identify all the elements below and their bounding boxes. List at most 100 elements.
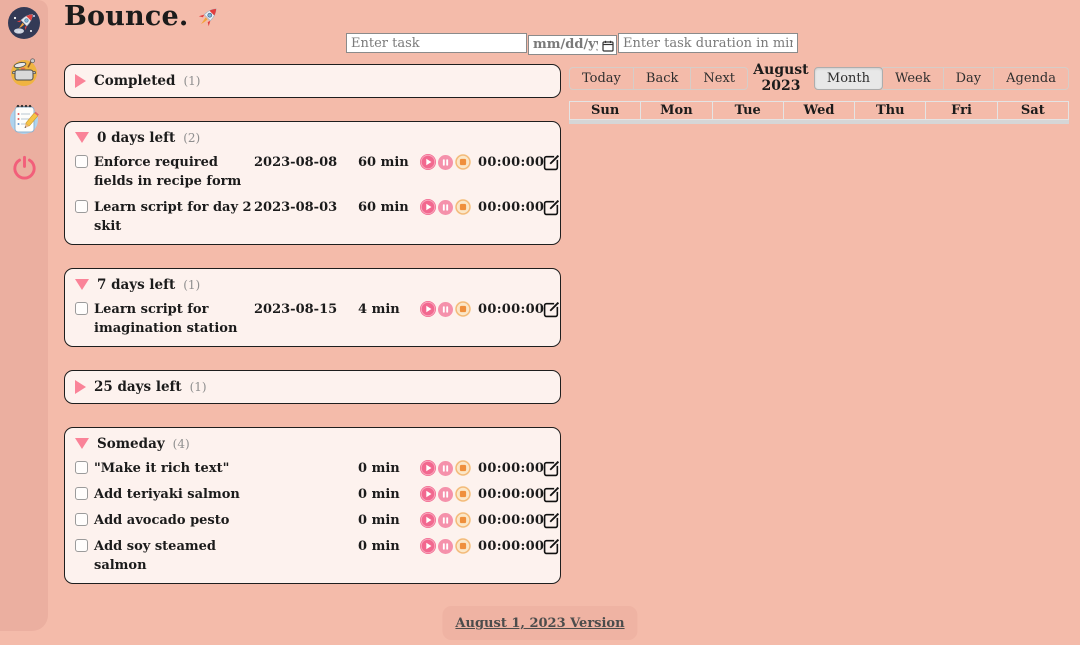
collapse-triangle-icon[interactable] xyxy=(75,74,86,88)
day-header-sat: Sat xyxy=(997,102,1068,119)
group-toggle[interactable]: Completed (1) xyxy=(75,72,550,89)
task-row: Enforce required fields in recipe form 2… xyxy=(75,153,550,191)
stop-button[interactable] xyxy=(455,154,471,170)
task-checkbox[interactable] xyxy=(75,200,88,213)
collapse-triangle-icon[interactable] xyxy=(75,380,86,394)
pause-button[interactable] xyxy=(438,487,453,502)
stop-button[interactable] xyxy=(455,199,471,215)
task-group-0-days: 0 days left (2) Enforce required fields … xyxy=(64,121,561,245)
play-button[interactable] xyxy=(420,512,436,528)
edit-task-button[interactable] xyxy=(543,512,560,529)
notepad-icon[interactable] xyxy=(6,101,42,137)
task-row: Add soy steamed salmon 0 min 00:00:00 xyxy=(75,537,550,575)
task-checkbox[interactable] xyxy=(75,302,88,315)
group-count: (1) xyxy=(190,380,207,394)
task-row: Learn script for day 2 skit 2023-08-03 6… xyxy=(75,198,550,236)
play-button[interactable] xyxy=(420,199,436,215)
edit-task-button[interactable] xyxy=(543,154,560,171)
pause-button[interactable] xyxy=(438,155,453,170)
calendar-nav-group: Today Back Next xyxy=(569,67,748,90)
task-checkbox[interactable] xyxy=(75,539,88,552)
collapse-triangle-icon[interactable] xyxy=(75,438,89,449)
task-row: Add teriyaki salmon 0 min 00:00:00 xyxy=(75,485,550,504)
power-icon[interactable] xyxy=(6,149,42,185)
play-button[interactable] xyxy=(420,486,436,502)
stop-button[interactable] xyxy=(455,301,471,317)
edit-task-button[interactable] xyxy=(543,199,560,216)
pause-button[interactable] xyxy=(438,513,453,528)
edit-task-button[interactable] xyxy=(543,460,560,477)
timer-display: 00:00:00 xyxy=(478,485,538,504)
timer-display: 00:00:00 xyxy=(478,537,538,556)
task-duration: 60 min xyxy=(358,198,418,217)
calendar-today-button[interactable]: Today xyxy=(569,67,634,90)
collapse-triangle-icon[interactable] xyxy=(75,132,89,143)
calendar-view-day[interactable]: Day xyxy=(943,67,995,90)
calendar-next-button[interactable]: Next xyxy=(690,67,748,90)
task-row: Learn script for imagination station 202… xyxy=(75,300,550,338)
pause-button[interactable] xyxy=(438,461,453,476)
group-toggle[interactable]: 7 days left (1) xyxy=(75,276,550,293)
group-name: 0 days left xyxy=(97,130,175,146)
task-checkbox[interactable] xyxy=(75,513,88,526)
task-checkbox[interactable] xyxy=(75,461,88,474)
edit-task-button[interactable] xyxy=(543,538,560,555)
task-group-completed: Completed (1) xyxy=(64,64,561,98)
group-toggle[interactable]: Someday (4) xyxy=(75,435,550,452)
task-checkbox[interactable] xyxy=(75,155,88,168)
rocket-logo-icon[interactable] xyxy=(6,5,42,41)
calendar-view-agenda[interactable]: Agenda xyxy=(993,67,1069,90)
timer-controls xyxy=(420,459,476,476)
timer-controls xyxy=(420,153,476,170)
sidebar xyxy=(0,0,48,631)
calendar-month-label: August 2023 xyxy=(748,62,814,94)
stop-button[interactable] xyxy=(455,538,471,554)
group-toggle[interactable]: 25 days left (1) xyxy=(75,378,550,395)
group-toggle[interactable]: 0 days left (2) xyxy=(75,129,550,146)
pause-button[interactable] xyxy=(438,539,453,554)
bounce-app: Bounce. xyxy=(0,0,1080,645)
task-group-7-days: 7 days left (1) Learn script for imagina… xyxy=(64,268,561,347)
timer-controls xyxy=(420,537,476,554)
task-date-input[interactable] xyxy=(528,35,617,55)
version-label: August 1, 2023 Version xyxy=(455,616,624,631)
edit-task-button[interactable] xyxy=(543,486,560,503)
calendar-toolbar: Today Back Next August 2023 Month Week D… xyxy=(569,62,1069,94)
task-row: Add avocado pesto 0 min 00:00:00 xyxy=(75,511,550,530)
play-button[interactable] xyxy=(420,154,436,170)
stop-button[interactable] xyxy=(455,512,471,528)
timer-controls xyxy=(420,511,476,528)
collapse-triangle-icon[interactable] xyxy=(75,279,89,290)
calendar-back-button[interactable]: Back xyxy=(633,67,691,90)
group-count: (4) xyxy=(173,437,190,451)
pause-button[interactable] xyxy=(438,200,453,215)
task-date: 2023-08-15 xyxy=(254,300,356,319)
pause-button[interactable] xyxy=(438,302,453,317)
play-button[interactable] xyxy=(420,538,436,554)
timer-controls xyxy=(420,485,476,502)
day-header-tue: Tue xyxy=(712,102,783,119)
play-button[interactable] xyxy=(420,301,436,317)
task-duration-input[interactable] xyxy=(618,33,798,53)
timer-display: 00:00:00 xyxy=(478,459,538,478)
cooking-pot-icon[interactable] xyxy=(6,53,42,89)
task-name: Enforce required fields in recipe form xyxy=(94,153,252,191)
task-duration: 4 min xyxy=(358,300,418,319)
group-name: Completed xyxy=(94,73,175,89)
stop-button[interactable] xyxy=(455,460,471,476)
group-count: (2) xyxy=(183,131,200,145)
version-button[interactable]: August 1, 2023 Version xyxy=(442,606,637,640)
task-name: Learn script for imagination station xyxy=(94,300,252,338)
task-checkbox[interactable] xyxy=(75,487,88,500)
task-row: "Make it rich text" 0 min 00:00:00 xyxy=(75,459,550,478)
task-name-input[interactable] xyxy=(346,33,527,53)
task-date: 2023-08-03 xyxy=(254,198,356,217)
timer-controls xyxy=(420,198,476,215)
calendar-view-week[interactable]: Week xyxy=(882,67,944,90)
stop-button[interactable] xyxy=(455,486,471,502)
edit-task-button[interactable] xyxy=(543,301,560,318)
calendar-view-month[interactable]: Month xyxy=(814,67,883,90)
play-button[interactable] xyxy=(420,460,436,476)
group-count: (1) xyxy=(183,278,200,292)
timer-display: 00:00:00 xyxy=(478,511,538,530)
